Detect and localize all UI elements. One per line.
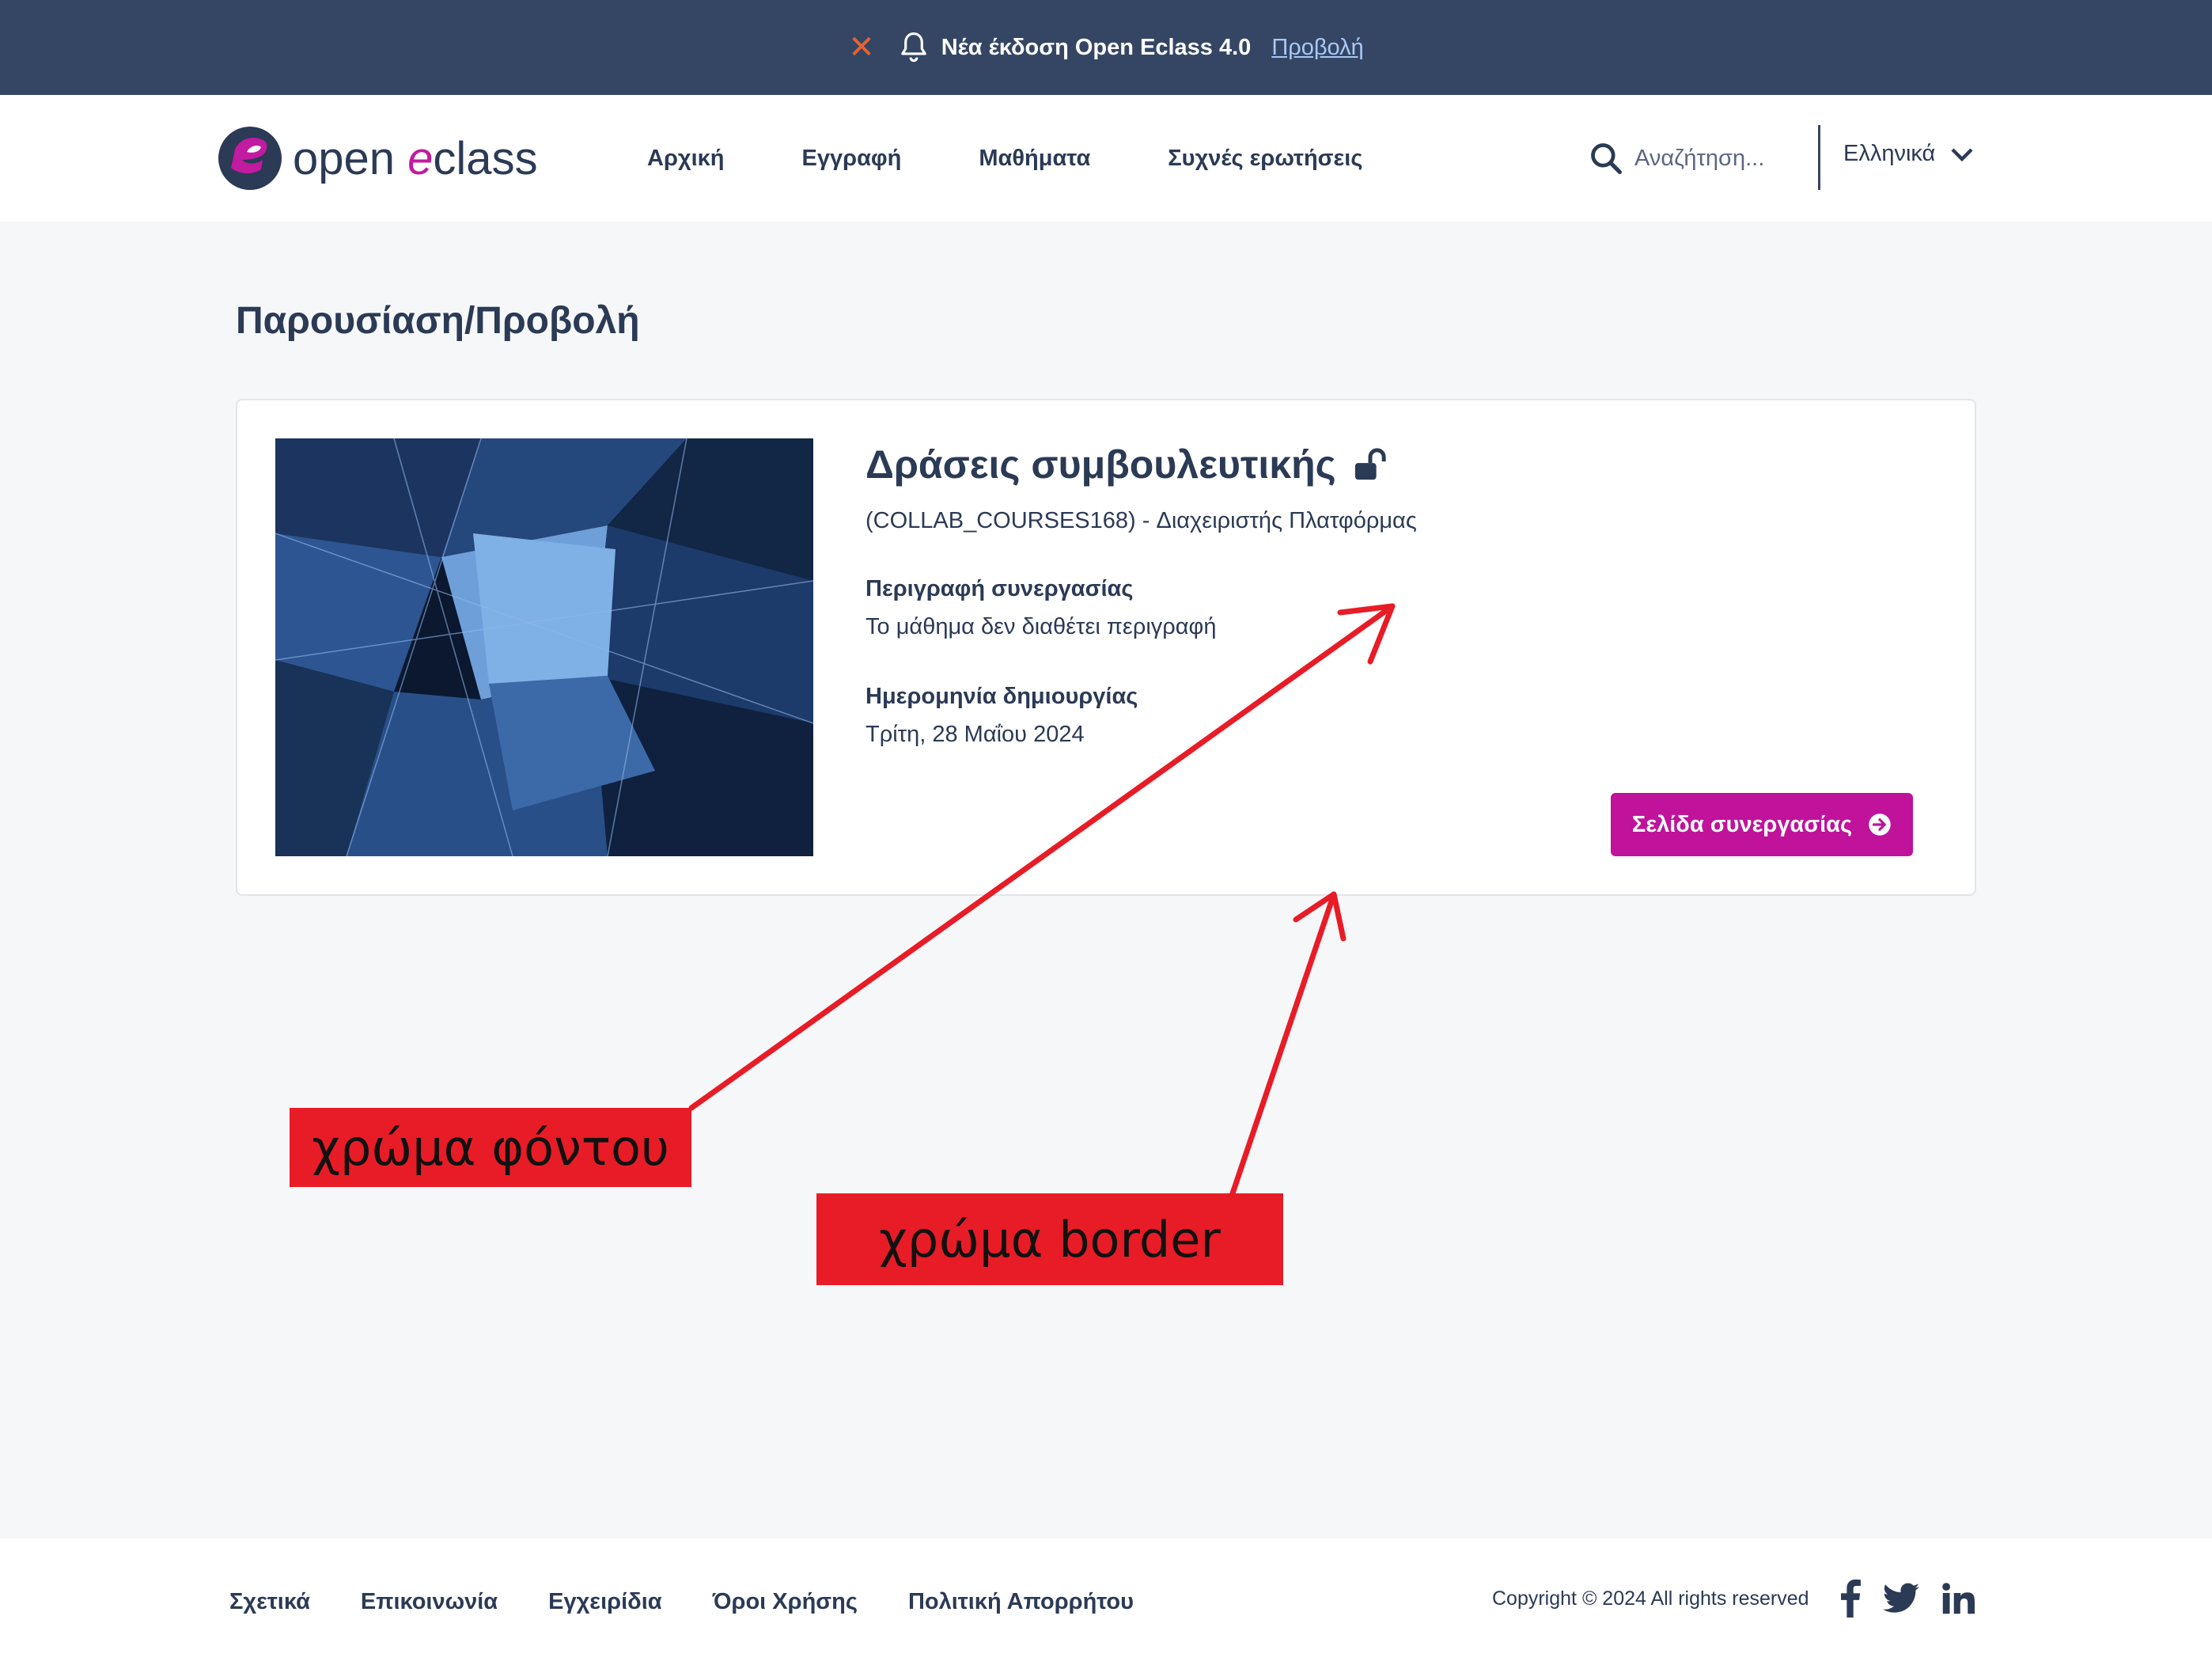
course-code: (COLLAB_COURSES168) <box>865 508 1136 533</box>
search-icon <box>1591 143 1622 174</box>
logo-text: open eclass <box>293 132 538 184</box>
nav-register[interactable]: Εγγραφή <box>802 146 902 172</box>
search-input[interactable]: Αναζήτηση... <box>1589 141 1764 176</box>
description-label: Περιγραφή συνεργασίας <box>865 576 1134 601</box>
footer-privacy[interactable]: Πολιτική Απορρήτου <box>908 1589 1134 1615</box>
course-title: Δράσεις συμβουλευτικής <box>865 442 1387 487</box>
social-links <box>1840 1580 1997 1618</box>
annotation-background-color: χρώμα φόντου <box>290 1108 691 1187</box>
nav-home[interactable]: Αρχική <box>647 146 725 172</box>
bell-icon <box>900 32 926 63</box>
language-select[interactable]: Ελληνικά <box>1843 141 1973 167</box>
chevron-down-icon <box>1951 147 1973 161</box>
logo-icon <box>218 127 282 190</box>
divider <box>1818 125 1820 190</box>
description-value: Το μάθημα δεν διαθέτει περιγραφή <box>865 614 1217 639</box>
created-label: Ημερομηνία δημιουργίας <box>865 684 1138 709</box>
main-nav: Αρχική Εγγραφή Μαθήματα Συχνές ερωτήσεις <box>647 95 1440 222</box>
unlock-icon <box>1354 448 1386 480</box>
collaboration-page-button[interactable]: Σελίδα συνεργασίας <box>1611 793 1913 856</box>
course-meta: (COLLAB_COURSES168) - Διαχειριστής Πλατφ… <box>865 508 1417 533</box>
close-icon[interactable]: ✕ <box>848 32 875 63</box>
footer-links: Σχετικά Επικοινωνία Εγχειρίδια Όροι Χρήσ… <box>229 1538 1184 1665</box>
footer-manuals[interactable]: Εγχειρίδια <box>548 1589 661 1615</box>
copyright: Copyright © 2024 All rights reserved <box>1492 1587 1809 1610</box>
nav-courses[interactable]: Μαθήματα <box>979 146 1090 172</box>
search-placeholder: Αναζήτηση... <box>1634 145 1765 171</box>
footer-about[interactable]: Σχετικά <box>229 1589 310 1615</box>
twitter-icon[interactable] <box>1883 1580 1919 1618</box>
footer-terms[interactable]: Όροι Χρήσης <box>713 1589 858 1615</box>
announcement-bar: ✕ Νέα έκδοση Open Eclass 4.0 Προβολή <box>0 0 2212 95</box>
annotation-border-color: χρώμα border <box>816 1193 1283 1285</box>
footer-contact[interactable]: Επικοινωνία <box>361 1589 498 1615</box>
logo[interactable]: open eclass <box>215 123 538 193</box>
linkedin-icon[interactable] <box>1941 1580 1975 1618</box>
announcement-view-link[interactable]: Προβολή <box>1271 35 1363 61</box>
footer: Σχετικά Επικοινωνία Εγχειρίδια Όροι Χρήσ… <box>0 1538 2212 1665</box>
announcement-text: Νέα έκδοση Open Eclass 4.0 <box>941 34 1252 60</box>
course-admin: Διαχειριστής Πλατφόρμας <box>1156 508 1417 533</box>
collaboration-page-label: Σελίδα συνεργασίας <box>1631 811 1853 837</box>
created-value: Τρίτη, 28 Μαΐου 2024 <box>865 722 1085 747</box>
navbar: open eclass Αρχική Εγγραφή Μαθήματα Συχν… <box>0 95 2212 222</box>
course-image <box>275 438 813 856</box>
nav-faq[interactable]: Συχνές ερωτήσεις <box>1168 146 1362 172</box>
language-label: Ελληνικά <box>1843 141 1936 166</box>
page-title: Παρουσίαση/Προβολή <box>236 300 640 342</box>
facebook-icon[interactable] <box>1840 1580 1861 1618</box>
course-title-text: Δράσεις συμβουλευτικής <box>865 442 1336 487</box>
arrow-circle-right-icon <box>1869 814 1891 836</box>
course-card: Δράσεις συμβουλευτικής (COLLAB_COURSES16… <box>236 399 1976 896</box>
